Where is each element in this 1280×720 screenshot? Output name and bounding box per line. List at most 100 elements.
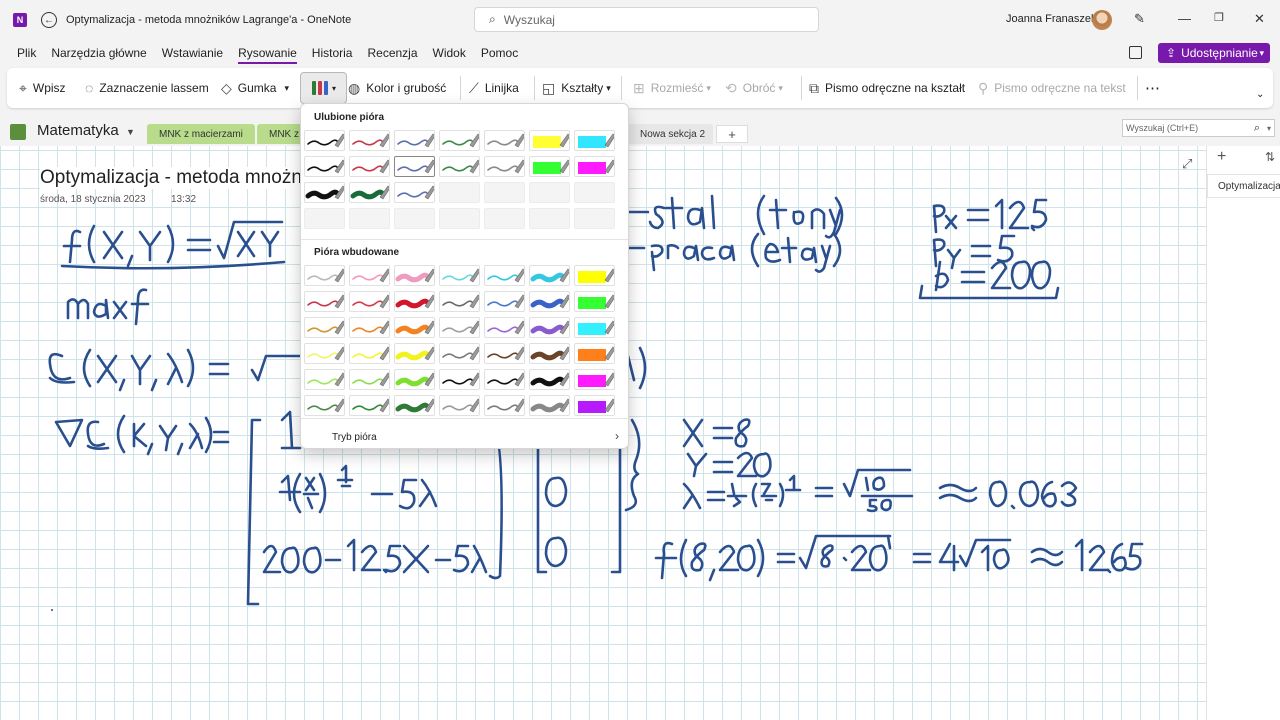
pen-swatch[interactable] — [529, 395, 570, 416]
menu-pomoc[interactable]: Pomoc — [481, 46, 518, 60]
pen-swatch[interactable] — [484, 130, 525, 151]
pen-swatch[interactable] — [304, 156, 345, 177]
pen-swatch[interactable] — [349, 265, 390, 286]
rotate-button[interactable]: ⟲ Obróć ▾ — [725, 68, 783, 108]
page-search-input[interactable]: Wyszukaj (Ctrl+E) ⌕ ▾ — [1122, 119, 1275, 137]
pen-swatch[interactable] — [484, 343, 525, 364]
pen-swatch[interactable] — [349, 182, 390, 203]
shapes-button[interactable]: ◱ Kształty ▾ — [542, 68, 611, 108]
minimize-icon[interactable]: — — [1178, 11, 1191, 26]
close-icon[interactable]: ✕ — [1254, 11, 1265, 27]
pen-swatch[interactable] — [394, 343, 435, 364]
highlighter-swatch[interactable] — [574, 317, 615, 338]
empty-pen-slot[interactable] — [304, 208, 345, 229]
ribbon-expand-chevron-icon[interactable]: ⌄ — [1256, 74, 1264, 114]
ruler-button[interactable]: ⟋ Linijka — [469, 68, 519, 108]
highlighter-swatch[interactable] — [574, 130, 615, 151]
pen-swatch[interactable] — [304, 317, 345, 338]
pen-swatch[interactable] — [439, 343, 480, 364]
avatar[interactable] — [1092, 10, 1112, 30]
pen-swatch[interactable] — [439, 156, 480, 177]
page-list-item[interactable]: Optymalizacja - metoda mnożników Lagrang… — [1207, 174, 1280, 198]
menu-widok[interactable]: Widok — [433, 46, 466, 60]
pen-swatch[interactable] — [484, 369, 525, 390]
empty-pen-slot[interactable] — [529, 208, 570, 229]
highlighter-swatch[interactable] — [574, 369, 615, 390]
pen-swatch[interactable] — [439, 369, 480, 390]
search-input[interactable]: ⌕ Wyszukaj — [474, 7, 819, 32]
empty-pen-slot[interactable] — [529, 182, 570, 203]
pen-swatch[interactable] — [304, 343, 345, 364]
pen-swatch[interactable] — [439, 130, 480, 151]
pen-swatch[interactable] — [394, 317, 435, 338]
notebook-name[interactable]: Matematyka — [37, 122, 119, 139]
section-tab-nowa-sekcja[interactable]: Nowa sekcja 2 — [628, 124, 713, 144]
menu-historia[interactable]: Historia — [312, 46, 353, 60]
empty-pen-slot[interactable] — [484, 208, 525, 229]
pen-swatch[interactable] — [349, 317, 390, 338]
pen-swatch[interactable] — [529, 317, 570, 338]
pen-swatch[interactable] — [394, 182, 435, 203]
highlighter-swatch[interactable] — [574, 395, 615, 416]
pen-swatch[interactable] — [349, 395, 390, 416]
restore-icon[interactable]: ❐ — [1214, 11, 1224, 24]
space-button[interactable]: ⊞ Rozmieść ▾ — [633, 68, 711, 108]
highlighter-swatch[interactable] — [574, 291, 615, 312]
pen-swatch[interactable] — [484, 317, 525, 338]
pen-swatch[interactable] — [349, 130, 390, 151]
pen-swatch[interactable] — [484, 265, 525, 286]
empty-pen-slot[interactable] — [439, 208, 480, 229]
pen-swatch[interactable] — [394, 369, 435, 390]
color-width-button[interactable]: ◍ Kolor i grubość — [348, 68, 446, 108]
pen-swatch[interactable] — [529, 369, 570, 390]
menu-narzedzia-glowne[interactable]: Narzędzia główne — [51, 46, 146, 60]
pen-swatch[interactable] — [439, 291, 480, 312]
pen-swatch[interactable] — [304, 395, 345, 416]
highlighter-swatch[interactable] — [574, 156, 615, 177]
pen-swatch[interactable] — [304, 265, 345, 286]
pen-mode-row[interactable]: Tryb pióra › — [301, 418, 628, 448]
type-button[interactable]: ⌖ Wpisz — [19, 68, 66, 108]
empty-pen-slot[interactable] — [574, 208, 615, 229]
lasso-button[interactable]: ◌ Zaznaczenie lassem — [85, 68, 209, 108]
chevron-down-icon[interactable]: ▼ — [126, 127, 135, 137]
pen-swatch[interactable] — [484, 395, 525, 416]
pen-button[interactable]: ▾ — [300, 72, 347, 104]
empty-pen-slot[interactable] — [439, 182, 480, 203]
eraser-button[interactable]: ◇ Gumka ▾ — [221, 68, 289, 108]
pen-swatch[interactable] — [304, 130, 345, 151]
pen-swatch[interactable] — [529, 291, 570, 312]
pen-swatch[interactable] — [484, 291, 525, 312]
pen-swatch[interactable] — [439, 317, 480, 338]
pen-swatch[interactable] — [439, 265, 480, 286]
empty-pen-slot[interactable] — [349, 208, 390, 229]
sort-icon[interactable]: ⇅ — [1265, 150, 1275, 164]
highlighter-swatch[interactable] — [574, 265, 615, 286]
pen-swatch[interactable] — [529, 343, 570, 364]
pen-settings-icon[interactable]: ✎ — [1134, 11, 1145, 27]
add-section-button[interactable]: + — [716, 125, 748, 143]
section-tab-mnk-macierze[interactable]: MNK z macierzami — [147, 124, 255, 144]
pen-swatch[interactable] — [304, 369, 345, 390]
highlighter-swatch[interactable] — [529, 130, 570, 151]
pen-swatch[interactable] — [349, 156, 390, 177]
empty-pen-slot[interactable] — [394, 208, 435, 229]
immersive-mode-icon[interactable] — [1129, 46, 1142, 59]
pen-swatch[interactable] — [394, 130, 435, 151]
menu-wstawianie[interactable]: Wstawianie — [162, 46, 223, 60]
user-name[interactable]: Joanna Franaszek — [1006, 13, 1097, 25]
back-arrow-icon[interactable]: ← — [41, 12, 57, 28]
pen-swatch[interactable] — [394, 291, 435, 312]
empty-pen-slot[interactable] — [484, 182, 525, 203]
pen-swatch[interactable] — [349, 343, 390, 364]
highlighter-swatch[interactable] — [574, 343, 615, 364]
menu-rysowanie[interactable]: Rysowanie — [238, 46, 297, 64]
pen-swatch[interactable] — [349, 291, 390, 312]
pen-swatch[interactable] — [394, 395, 435, 416]
pen-swatch[interactable] — [484, 156, 525, 177]
pen-swatch[interactable] — [304, 291, 345, 312]
pen-swatch[interactable] — [394, 265, 435, 286]
more-options-button[interactable]: ⋯ — [1145, 68, 1160, 108]
share-button[interactable]: ⇪ Udostępnianie ▾ — [1158, 43, 1270, 63]
highlighter-swatch[interactable] — [529, 156, 570, 177]
